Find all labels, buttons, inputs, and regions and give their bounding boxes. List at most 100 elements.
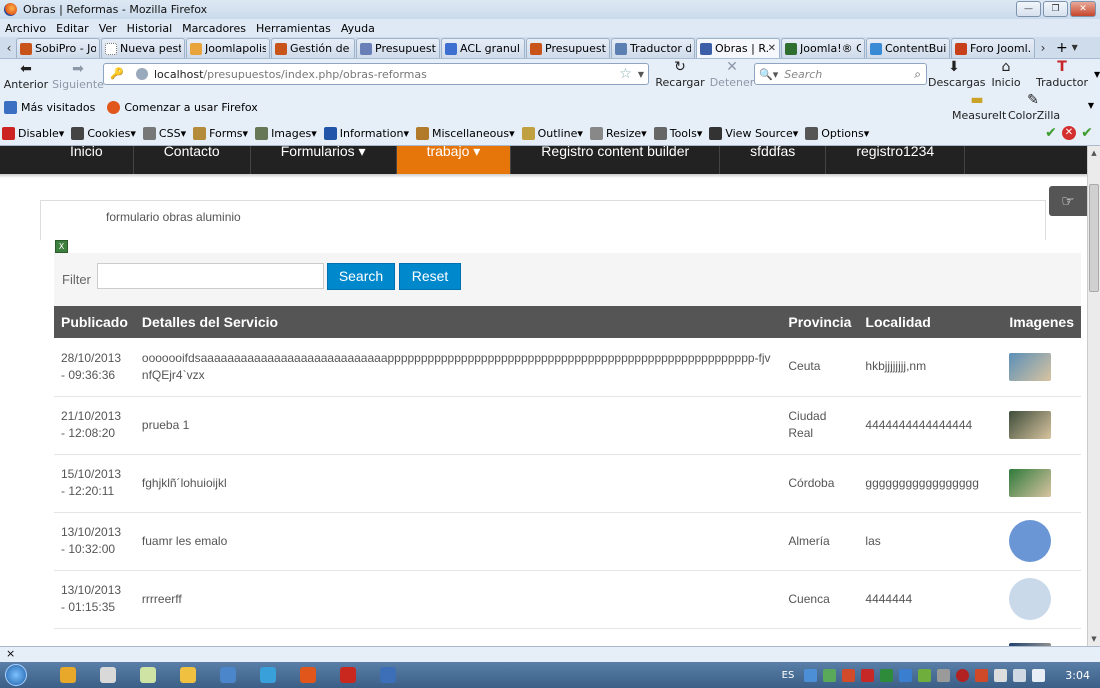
site-nav-item[interactable]: Inicio <box>40 146 134 174</box>
thumbnail-image[interactable] <box>1009 578 1052 620</box>
devbar-menu[interactable]: Disable▾ <box>2 126 64 140</box>
clock[interactable]: 3:04 <box>1065 669 1090 682</box>
scroll-down-icon[interactable]: ▼ <box>1088 632 1100 646</box>
edit-mode-icon[interactable]: ☞ <box>1049 186 1087 216</box>
search-button[interactable]: Search <box>327 263 395 290</box>
scroll-up-icon[interactable]: ▲ <box>1088 146 1100 160</box>
toolbar-overflow-icon[interactable]: ▼ <box>1094 60 1100 90</box>
menu-herramientas[interactable]: Herramientas <box>256 22 331 35</box>
browser-tab[interactable]: ContentBuil... <box>866 38 950 58</box>
error-icon[interactable]: ✕ <box>1062 126 1076 140</box>
taskbar-app-button[interactable] <box>170 664 206 686</box>
translator-button[interactable]: T Traductor <box>1032 60 1092 90</box>
header-imagenes[interactable]: Imagenes <box>1002 306 1081 338</box>
url-text[interactable]: localhost/presupuestos/index.php/obras-r… <box>154 68 427 81</box>
thumbnail-image[interactable] <box>1009 520 1052 562</box>
url-dropdown-icon[interactable]: ▼ <box>638 70 644 79</box>
header-provincia[interactable]: Provincia <box>781 306 859 338</box>
menu-ver[interactable]: Ver <box>99 22 117 35</box>
browser-tab[interactable]: Traductor d... <box>611 38 695 58</box>
taskbar-app-button[interactable] <box>250 664 286 686</box>
downloads-button[interactable]: ⬇ Descargas <box>928 60 986 90</box>
volume-icon[interactable] <box>1032 668 1046 682</box>
back-button[interactable]: ⬅ Anterior <box>0 62 52 91</box>
excel-export-icon[interactable]: X <box>55 240 68 253</box>
thumbnail-image[interactable] <box>1009 352 1052 381</box>
url-bar[interactable]: 🔑 localhost/presupuestos/index.php/obras… <box>103 63 649 85</box>
tab-scroll-left-icon[interactable]: ‹ <box>2 38 16 58</box>
taskbar-app-button[interactable] <box>130 664 166 686</box>
tray-icon[interactable] <box>975 668 989 682</box>
taskbar-app-button[interactable] <box>370 664 406 686</box>
devbar-menu[interactable]: Tools▾ <box>653 126 702 140</box>
taskbar-app-button[interactable] <box>210 664 246 686</box>
colorzilla-button[interactable]: ✎ ColorZilla <box>1008 93 1060 122</box>
reset-button[interactable]: Reset <box>399 263 461 290</box>
site-nav-item[interactable]: trabajo ▾ <box>396 146 512 174</box>
stop-button[interactable]: ✕ Detener <box>706 60 758 89</box>
table-row[interactable]: 13/10/2013 - 10:32:00 fuamr les emalo Alme… <box>54 512 1081 571</box>
menu-historial[interactable]: Historial <box>127 22 172 35</box>
tray-icon[interactable] <box>880 668 894 682</box>
browser-tab[interactable]: Foro Jooml... <box>951 38 1035 58</box>
menu-marcadores[interactable]: Marcadores <box>182 22 246 35</box>
bookmark-star-icon[interactable]: ☆ <box>619 66 632 82</box>
devbar-menu[interactable]: Cookies▾ <box>71 126 136 140</box>
table-row[interactable]: 15/10/2013 - 12:20:11 fghjklñ´lohuioijkl C… <box>54 454 1081 513</box>
thumbnail-image[interactable] <box>1009 469 1052 497</box>
browser-tab[interactable]: Nueva pest... <box>101 38 185 58</box>
browser-tab[interactable]: Joomla!® C... <box>781 38 865 58</box>
bookmarks-overflow-icon[interactable]: ▼ <box>1088 101 1094 110</box>
site-nav-item[interactable]: registro1234 <box>826 146 966 174</box>
devbar-menu[interactable]: View Source▾ <box>709 126 798 140</box>
devbar-menu[interactable]: Options▾ <box>805 126 869 140</box>
devbar-menu[interactable]: Miscellaneous▾ <box>415 126 515 140</box>
scrollbar-thumb[interactable] <box>1089 184 1099 292</box>
tray-icon[interactable] <box>823 668 837 682</box>
tray-icon[interactable] <box>804 668 818 682</box>
close-window-button[interactable]: ✕ <box>1070 1 1096 17</box>
site-identity-icon[interactable]: 🔑 <box>110 66 126 82</box>
minimize-button[interactable]: — <box>1016 1 1041 17</box>
tray-icon[interactable] <box>994 668 1008 682</box>
header-detalles[interactable]: Detalles del Servicio <box>134 306 782 338</box>
reload-button[interactable]: ↻ Recargar <box>654 60 706 89</box>
devbar-menu[interactable]: Images▾ <box>255 126 317 140</box>
new-tab-icon[interactable]: + <box>1056 38 1068 58</box>
language-indicator[interactable]: ES <box>782 670 795 681</box>
browser-tab[interactable]: Obras | R...✕ <box>696 38 780 58</box>
check-icon[interactable]: ✔ <box>1044 126 1058 140</box>
page-scrollbar[interactable]: ▲ ▼ <box>1087 146 1100 646</box>
tray-icon[interactable] <box>842 668 856 682</box>
maximize-button[interactable]: ❐ <box>1043 1 1068 17</box>
tab-list-dropdown-icon[interactable]: ▼ <box>1068 38 1082 58</box>
tray-icon[interactable] <box>899 668 913 682</box>
bookmark-most-visited[interactable]: Más visitados <box>4 100 95 114</box>
table-row[interactable]: 28/10/2013 - 09:36:36 ooooooifdsaaaaaaaaa… <box>54 338 1081 397</box>
browser-tab[interactable]: ACL granul... <box>441 38 525 58</box>
site-nav-item[interactable]: Registro content builder <box>511 146 721 174</box>
browser-tab[interactable]: Gestión de ... <box>271 38 355 58</box>
tab-scroll-right-icon[interactable]: › <box>1036 38 1050 58</box>
header-publicado[interactable]: Publicado <box>54 306 135 338</box>
taskbar-app-button[interactable] <box>330 664 366 686</box>
search-go-icon[interactable]: ⌕ <box>914 67 921 82</box>
devbar-menu[interactable]: Outline▾ <box>521 126 583 140</box>
browser-tab[interactable]: Presupuest... <box>356 38 440 58</box>
tray-icon[interactable] <box>956 668 970 682</box>
search-engine-icon[interactable]: 🔍▾ <box>759 68 778 81</box>
menu-ayuda[interactable]: Ayuda <box>341 22 375 35</box>
thumbnail-image[interactable] <box>1009 411 1052 439</box>
taskbar-app-button[interactable] <box>90 664 126 686</box>
site-nav-item[interactable]: sfddfas <box>720 146 827 174</box>
tray-icon[interactable] <box>937 668 951 682</box>
browser-tab[interactable]: SobiPro - Jo... <box>16 38 100 58</box>
devbar-menu[interactable]: Information▾ <box>323 126 409 140</box>
home-button[interactable]: ⌂ Inicio <box>980 60 1032 90</box>
devbar-menu[interactable]: Resize▾ <box>589 126 647 140</box>
table-row[interactable]: 21/10/2013 - 12:08:20 prueba 1 Ciudad Real… <box>54 396 1081 455</box>
browser-tab[interactable]: Presupuest... <box>526 38 610 58</box>
site-nav-item[interactable]: Contacto <box>134 146 251 174</box>
forward-button[interactable]: ➡ Siguiente <box>52 62 104 91</box>
start-button[interactable] <box>0 662 32 688</box>
